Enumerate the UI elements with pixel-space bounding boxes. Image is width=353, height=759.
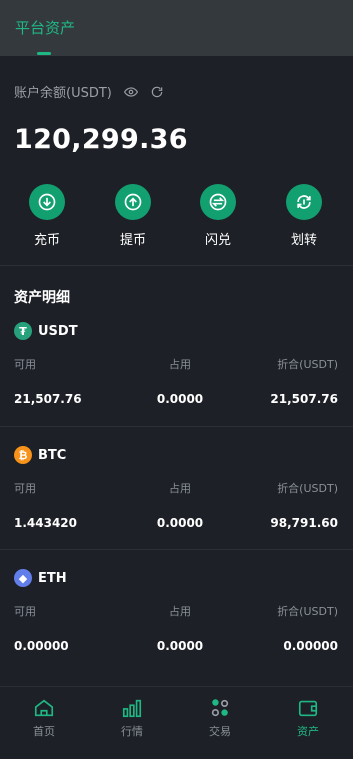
asset-item-eth[interactable]: ◆ ETH 可用 占用 折合(USDT) 0.00000 0.0000 0.00… (0, 569, 353, 693)
converted-value: 21,507.76 (270, 392, 338, 406)
section-title: 资产明细 (14, 290, 70, 306)
occupied-label: 占用 (169, 605, 191, 618)
asset-symbol: ETH (38, 570, 67, 586)
occupied-label: 占用 (169, 482, 191, 495)
occupied-label: 占用 (169, 358, 191, 371)
trade-icon (209, 697, 231, 719)
deposit-icon (29, 184, 65, 220)
balance-label-row: 账户余额(USDT) (14, 82, 164, 101)
occupied-value: 0.0000 (156, 639, 204, 653)
withdraw-icon (115, 184, 151, 220)
bottom-nav: 首页 行情 交易 资产 (0, 686, 353, 759)
balance-amount: 120,299.36 (14, 124, 188, 155)
divider (0, 426, 353, 427)
available-value: 1.443420 (14, 516, 78, 530)
nav-assets-label: 资产 (297, 725, 319, 738)
tab-platform-assets[interactable]: 平台资产 (15, 17, 75, 38)
converted-value: 98,791.60 (270, 516, 338, 530)
eth-coin-icon: ◆ (14, 569, 32, 587)
transfer-icon (286, 184, 322, 220)
available-label: 可用 (14, 605, 36, 618)
divider (0, 549, 353, 550)
available-value: 0.00000 (14, 639, 69, 653)
available-label: 可用 (14, 482, 36, 495)
swap-label: 闪兑 (204, 233, 231, 248)
withdraw-label: 提币 (119, 233, 146, 248)
asset-item-btc[interactable]: ₿ BTC 可用 占用 折合(USDT) 1.443420 0.0000 98,… (0, 446, 353, 570)
occupied-value: 0.0000 (156, 516, 204, 530)
chart-icon (121, 697, 143, 719)
deposit-button[interactable]: 充币 (17, 184, 77, 248)
converted-label: 折合(USDT) (277, 358, 338, 371)
occupied-value: 0.0000 (156, 392, 204, 406)
available-label: 可用 (14, 358, 36, 371)
nav-assets[interactable]: 资产 (278, 697, 338, 739)
home-icon (33, 697, 55, 719)
usdt-coin-icon: ₮ (14, 322, 32, 340)
nav-trade-label: 交易 (209, 725, 231, 738)
converted-value: 0.00000 (283, 639, 338, 653)
btc-coin-icon: ₿ (14, 446, 32, 464)
converted-label: 折合(USDT) (277, 482, 338, 495)
wallet-icon (297, 697, 319, 719)
swap-button[interactable]: 闪兑 (188, 184, 248, 248)
converted-label: 折合(USDT) (277, 605, 338, 618)
eye-icon[interactable] (123, 85, 138, 99)
nav-home-label: 首页 (33, 725, 55, 738)
available-value: 21,507.76 (14, 392, 82, 406)
swap-icon (200, 184, 236, 220)
withdraw-button[interactable]: 提币 (103, 184, 163, 248)
transfer-label: 划转 (290, 233, 317, 248)
active-tab-indicator (37, 52, 51, 55)
transfer-button[interactable]: 划转 (274, 184, 334, 248)
nav-home[interactable]: 首页 (14, 697, 74, 739)
nav-market-label: 行情 (121, 725, 143, 738)
deposit-label: 充币 (33, 233, 60, 248)
nav-market[interactable]: 行情 (102, 697, 162, 739)
asset-symbol: USDT (38, 323, 78, 339)
refresh-icon[interactable] (150, 85, 164, 99)
nav-trade[interactable]: 交易 (190, 697, 250, 739)
balance-label: 账户余额(USDT) (14, 86, 112, 101)
quick-actions: 充币 提币 闪兑 划转 (0, 184, 353, 248)
asset-symbol: BTC (38, 447, 67, 463)
divider (0, 265, 353, 266)
asset-item-usdt[interactable]: ₮ USDT 可用 占用 折合(USDT) 21,507.76 0.0000 2… (0, 322, 353, 446)
top-tab-bar: 平台资产 (0, 0, 353, 56)
